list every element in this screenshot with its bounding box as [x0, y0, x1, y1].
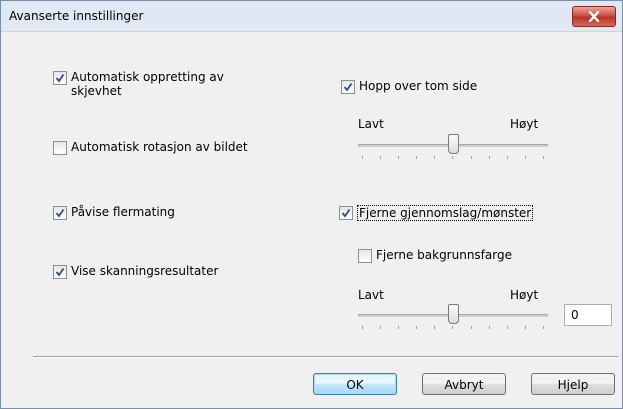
slider-thumb[interactable] [448, 304, 459, 324]
ok-button[interactable]: OK [313, 373, 397, 395]
slider-ticks [362, 156, 544, 159]
bg-slider-low-label: Lavt [358, 288, 384, 302]
bg-value-text: 0 [571, 308, 579, 322]
help-button[interactable]: Hjelp [531, 373, 615, 395]
show-results-checkbox[interactable]: Vise skanningsresultater [53, 264, 218, 279]
auto-rotate-label: Automatisk rotasjon av bildet [71, 140, 248, 154]
advanced-settings-dialog: Avanserte innstillinger Automatisk oppre… [0, 0, 623, 409]
multifeed-checkbox[interactable]: Påvise flermating [53, 205, 175, 220]
bg-color-slider[interactable] [358, 302, 548, 332]
multifeed-label: Påvise flermating [71, 205, 175, 219]
checkmark-icon [53, 265, 67, 279]
bleed-through-label: Fjerne gjennomslag/mønster [357, 205, 534, 221]
checkmark-icon [53, 71, 67, 85]
auto-rotate-checkbox[interactable]: Automatisk rotasjon av bildet [53, 140, 248, 155]
remove-bg-label: Fjerne bakgrunnsfarge [376, 248, 512, 262]
window-title: Avanserte innstillinger [9, 9, 144, 23]
blank-sensitivity-slider[interactable] [358, 132, 548, 162]
cancel-button[interactable]: Avbryt [422, 373, 506, 395]
remove-bg-checkbox[interactable]: Fjerne bakgrunnsfarge [358, 248, 512, 263]
close-button[interactable] [572, 6, 616, 27]
checkmark-icon [53, 206, 67, 220]
skip-blank-checkbox[interactable]: Hopp over tom side [341, 79, 477, 94]
checkmark-icon [341, 80, 355, 94]
blank-slider-high-label: Høyt [510, 117, 539, 131]
bleed-through-checkbox[interactable]: Fjerne gjennomslag/mønster [339, 205, 534, 221]
checkbox-box [358, 249, 372, 263]
bg-value-input[interactable]: 0 [564, 304, 612, 326]
checkmark-icon [339, 206, 353, 220]
skip-blank-label: Hopp over tom side [359, 79, 478, 93]
bg-slider-high-label: Høyt [510, 288, 539, 302]
checkbox-box [53, 141, 67, 155]
blank-slider-low-label: Lavt [358, 117, 384, 131]
show-results-label: Vise skanningsresultater [71, 264, 219, 278]
slider-ticks [362, 326, 544, 329]
auto-deskew-label: Automatisk oppretting av skjevhet [71, 70, 224, 98]
close-icon [588, 11, 600, 22]
auto-deskew-checkbox[interactable]: Automatisk oppretting av skjevhet [53, 70, 224, 98]
separator [33, 356, 618, 358]
slider-thumb[interactable] [448, 134, 459, 154]
title-bar: Avanserte innstillinger [1, 1, 622, 32]
